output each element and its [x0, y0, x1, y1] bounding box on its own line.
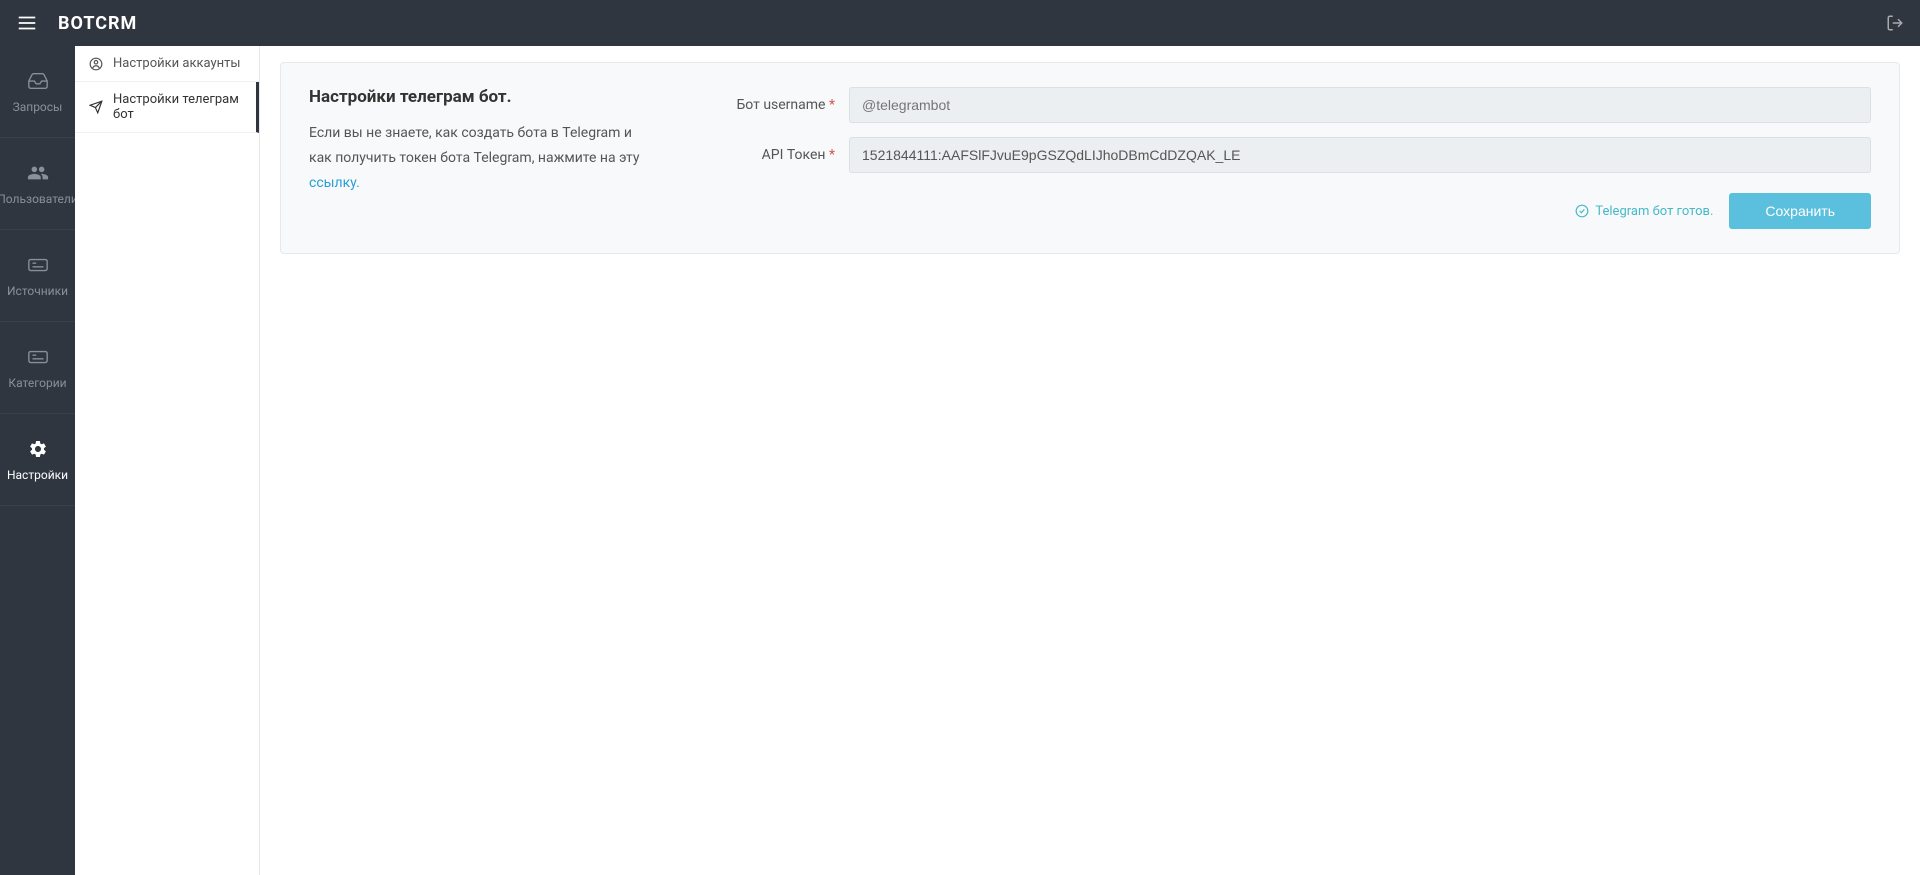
required-mark: *	[829, 147, 835, 163]
sidebar-label: Пользователи	[0, 192, 78, 206]
sidebar-label: Категории	[8, 376, 66, 390]
header-left: BOTCRM	[16, 12, 137, 34]
token-input[interactable]	[849, 137, 1871, 173]
inbox-icon	[27, 70, 49, 92]
menu-toggle[interactable]	[16, 12, 38, 34]
subnav-item-account[interactable]: Настройки аккаунты	[75, 46, 259, 82]
users-icon	[27, 162, 49, 184]
form-row-username: Бот username *	[689, 87, 1871, 123]
sidebar-label: Запросы	[13, 100, 63, 114]
page-title: Настройки телеграм бот.	[309, 87, 649, 107]
required-mark: *	[829, 97, 835, 113]
sidebar-item-sources[interactable]: Источники	[0, 230, 75, 322]
settings-card: Настройки телеграм бот. Если вы не знает…	[280, 62, 1900, 254]
list-icon	[27, 346, 49, 368]
card-description: Настройки телеграм бот. Если вы не знает…	[309, 87, 649, 229]
card-icon	[27, 254, 49, 276]
hamburger-icon	[16, 12, 38, 34]
content: Настройки телеграм бот. Если вы не знает…	[260, 46, 1920, 875]
sidebar-label: Настройки	[7, 468, 68, 482]
sidebar-item-settings[interactable]: Настройки	[0, 414, 75, 506]
sidebar-item-users[interactable]: Пользователи	[0, 138, 75, 230]
form-actions: Telegram бот готов. Сохранить	[689, 193, 1871, 229]
user-circle-icon	[89, 57, 103, 71]
layout: Запросы Пользователи Источники Категории…	[0, 46, 1920, 875]
gear-icon	[27, 438, 49, 460]
page-description: Если вы не знаете, как создать бота в Te…	[309, 121, 649, 197]
sidebar-sub: Настройки аккаунты Настройки телеграм бо…	[75, 46, 260, 875]
check-circle-icon	[1575, 204, 1589, 218]
brand-logo: BOTCRM	[58, 13, 137, 34]
username-input[interactable]	[849, 87, 1871, 123]
status-message: Telegram бот готов.	[1575, 204, 1713, 219]
form-row-token: API Токен *	[689, 137, 1871, 173]
sidebar-item-requests[interactable]: Запросы	[0, 46, 75, 138]
app-header: BOTCRM	[0, 0, 1920, 46]
logout-icon	[1886, 14, 1904, 32]
token-label: API Токен *	[689, 147, 849, 163]
instruction-link[interactable]: ссылку.	[309, 175, 360, 191]
subnav-item-telegram[interactable]: Настройки телеграм бот	[75, 82, 259, 133]
subnav-label: Настройки телеграм бот	[113, 92, 242, 122]
send-icon	[89, 100, 103, 114]
username-label: Бот username *	[689, 97, 849, 113]
sidebar-label: Источники	[7, 284, 68, 298]
sidebar-main: Запросы Пользователи Источники Категории…	[0, 46, 75, 875]
sidebar-item-categories[interactable]: Категории	[0, 322, 75, 414]
subnav-label: Настройки аккаунты	[113, 56, 240, 71]
save-button[interactable]: Сохранить	[1729, 193, 1871, 229]
settings-form: Бот username * API Токен * Telegram	[689, 87, 1871, 229]
logout-button[interactable]	[1886, 14, 1904, 32]
